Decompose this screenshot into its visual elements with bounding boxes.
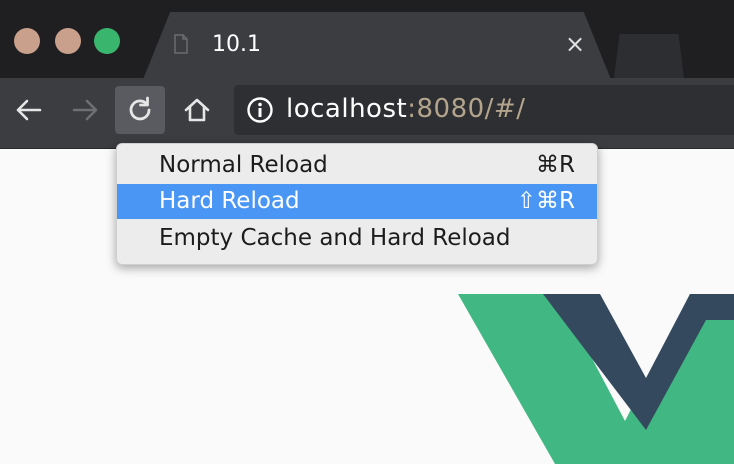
- menu-item-label: Normal Reload: [159, 152, 328, 178]
- menu-item-label: Empty Cache and Hard Reload: [159, 225, 511, 251]
- menu-item-shortcut: ⌘R: [536, 152, 575, 178]
- reload-context-menu: Normal Reload ⌘R Hard Reload ⇧⌘R Empty C…: [116, 143, 598, 265]
- menu-item-shortcut: ⇧⌘R: [516, 188, 575, 214]
- menu-item-hard-reload[interactable]: Hard Reload ⇧⌘R: [117, 184, 597, 219]
- menu-item-normal-reload[interactable]: Normal Reload ⌘R: [117, 148, 597, 183]
- menu-item-empty-cache-hard-reload[interactable]: Empty Cache and Hard Reload: [117, 221, 597, 256]
- menu-item-label: Hard Reload: [159, 188, 300, 214]
